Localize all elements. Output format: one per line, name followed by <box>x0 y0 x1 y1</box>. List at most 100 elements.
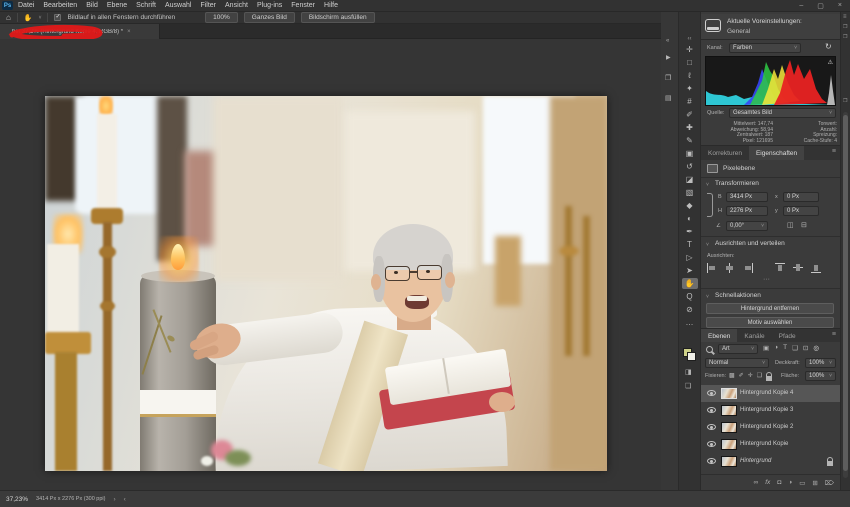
channel-select[interactable]: Farben ˅ <box>729 43 801 53</box>
angle-field[interactable]: 0,00° ˅ <box>726 221 768 231</box>
shape-filter-icon[interactable]: ❑ <box>792 344 798 352</box>
hand-tool[interactable]: ✋ <box>682 278 698 289</box>
foreground-color-swatch[interactable] <box>687 352 696 361</box>
blend-mode-select[interactable]: Normal ˅ <box>705 358 769 368</box>
menu-filter[interactable]: Filter <box>200 2 216 9</box>
layer-thumbnail[interactable] <box>721 456 737 467</box>
y-field[interactable]: 0 Px <box>783 206 819 216</box>
more-align-options-button[interactable]: ··· <box>763 276 770 283</box>
layer-effects-icon[interactable]: fx <box>765 479 770 486</box>
menu-schrift[interactable]: Schrift <box>136 2 156 9</box>
panel-icon[interactable]: ❒ <box>843 24 847 30</box>
tab-close-icon[interactable]: × <box>127 29 131 35</box>
collapse-panels-icon[interactable]: « <box>666 38 669 44</box>
chevron-down-icon[interactable]: ˅ <box>706 294 709 300</box>
history-brush-tool[interactable]: ↺ <box>682 161 698 172</box>
chevron-down-icon[interactable]: ˅ <box>706 182 709 188</box>
align-right-icon[interactable] <box>743 263 753 273</box>
canvas-image[interactable] <box>45 96 607 471</box>
hand-tool-icon[interactable]: ✋ <box>24 14 33 22</box>
menu-hilfe[interactable]: Hilfe <box>324 2 338 9</box>
new-layer-icon[interactable]: ⊞ <box>812 479 817 487</box>
align-top-icon[interactable] <box>775 263 785 273</box>
lock-position-icon[interactable]: ✛ <box>748 372 753 379</box>
select-subject-button[interactable]: Motiv auswählen <box>706 317 834 328</box>
new-group-icon[interactable]: ▭ <box>799 479 805 487</box>
status-arrow-left-icon[interactable]: ‹ <box>124 496 126 503</box>
source-select[interactable]: Gesamtes Bild ˅ <box>729 108 836 118</box>
height-field[interactable]: 2276 Px <box>726 206 768 216</box>
fill-screen-button[interactable]: Bildschirm ausfüllen <box>301 12 375 23</box>
align-bottom-icon[interactable] <box>811 263 821 273</box>
blur-tool[interactable]: ◆ <box>682 200 698 211</box>
fit-on-screen-button[interactable]: Ganzes Bild <box>244 12 295 23</box>
path-selection-tool[interactable]: ▷ <box>682 252 698 263</box>
layer-row[interactable]: Hintergrund Kopie 3 <box>701 402 840 419</box>
remove-background-button[interactable]: Hintergrund entfernen <box>706 303 834 314</box>
minimize-button[interactable]: – <box>799 2 803 10</box>
gradient-tool[interactable]: ▧ <box>682 187 698 198</box>
status-arrow-right-icon[interactable]: › <box>113 496 115 503</box>
link-dimensions-icon[interactable] <box>707 193 713 217</box>
type-filter-icon[interactable]: T <box>783 344 787 352</box>
layer-thumbnail[interactable] <box>721 422 737 433</box>
width-field[interactable]: 3414 Px <box>726 192 768 202</box>
adjustment-filter-icon[interactable]: ◑ <box>774 344 778 352</box>
crop-tool[interactable]: # <box>682 96 698 107</box>
close-button[interactable]: × <box>838 2 842 10</box>
zoom-tool[interactable]: Q <box>682 291 698 302</box>
lock-all-icon[interactable] <box>766 376 772 381</box>
rotate-view-tool[interactable]: ⊘ <box>682 304 698 315</box>
align-middle-icon[interactable] <box>793 263 803 273</box>
layer-visibility-icon[interactable] <box>707 407 716 413</box>
menu-bild[interactable]: Bild <box>86 2 98 9</box>
pin-icon[interactable]: ◎ <box>813 344 819 352</box>
direct-selection-tool[interactable]: ➤ <box>682 265 698 276</box>
home-icon[interactable]: ⌂ <box>6 13 11 22</box>
scroll-all-windows-checkbox[interactable]: ✓ <box>54 14 61 21</box>
canvas-area[interactable] <box>0 39 661 490</box>
x-field[interactable]: 0 Px <box>783 192 819 202</box>
zoom-level-field[interactable]: 37,23% <box>6 496 28 503</box>
layer-row[interactable]: Hintergrund Kopie 4 <box>701 385 840 402</box>
adjustment-layer-icon[interactable]: ◑ <box>788 479 792 486</box>
zoom-100-button[interactable]: 100% <box>205 12 238 23</box>
chevron-down-icon[interactable]: ˅ <box>39 15 42 21</box>
panel-menu-icon[interactable]: ≡ <box>843 14 847 20</box>
refresh-histogram-icon[interactable]: ↻ <box>825 42 832 51</box>
scrollbar-thumb[interactable] <box>843 115 848 471</box>
edit-toolbar-button[interactable]: … <box>682 317 698 328</box>
history-panel-icon[interactable]: ▤ <box>665 94 672 102</box>
lasso-tool[interactable]: ℓ <box>682 70 698 81</box>
tab-pfade[interactable]: Pfade <box>772 329 803 343</box>
tab-kanaele[interactable]: Kanäle <box>737 329 771 343</box>
delete-layer-icon[interactable]: ⌦ <box>825 479 834 487</box>
tab-eigenschaften[interactable]: Eigenschaften <box>749 146 804 160</box>
move-tool[interactable]: ✛ <box>682 44 698 55</box>
healing-brush-tool[interactable]: ✚ <box>682 122 698 133</box>
quick-selection-tool[interactable]: ✦ <box>682 83 698 94</box>
pen-tool[interactable]: ✒ <box>682 226 698 237</box>
menu-ansicht[interactable]: Ansicht <box>225 2 248 9</box>
align-left-icon[interactable] <box>707 263 717 273</box>
clone-stamp-tool[interactable]: ▣ <box>682 148 698 159</box>
flip-horizontal-icon[interactable]: ◫ <box>787 221 794 229</box>
lock-artboard-icon[interactable]: ❑ <box>757 372 762 379</box>
smart-object-filter-icon[interactable]: ⊡ <box>803 344 808 352</box>
lock-transparency-icon[interactable]: ▩ <box>729 372 735 379</box>
maximize-button[interactable]: ▢ <box>817 2 824 10</box>
layer-thumbnail[interactable] <box>721 439 737 450</box>
type-tool[interactable]: T <box>682 239 698 250</box>
layer-row[interactable]: Hintergrund <box>701 453 840 470</box>
menu-datei[interactable]: Datei <box>18 2 34 9</box>
tab-ebenen[interactable]: Ebenen <box>701 329 737 343</box>
menu-fenster[interactable]: Fenster <box>291 2 315 9</box>
layer-visibility-icon[interactable] <box>707 390 716 396</box>
actions-panel-icon[interactable]: ▶ <box>666 54 671 61</box>
layer-thumbnail[interactable] <box>721 405 737 416</box>
eraser-tool[interactable]: ◪ <box>682 174 698 185</box>
layer-row[interactable]: Hintergrund Kopie <box>701 436 840 453</box>
add-mask-icon[interactable]: ◘ <box>777 479 781 486</box>
opacity-field[interactable]: 100% ˅ <box>805 358 836 368</box>
chevron-down-icon[interactable]: ˅ <box>706 242 709 248</box>
